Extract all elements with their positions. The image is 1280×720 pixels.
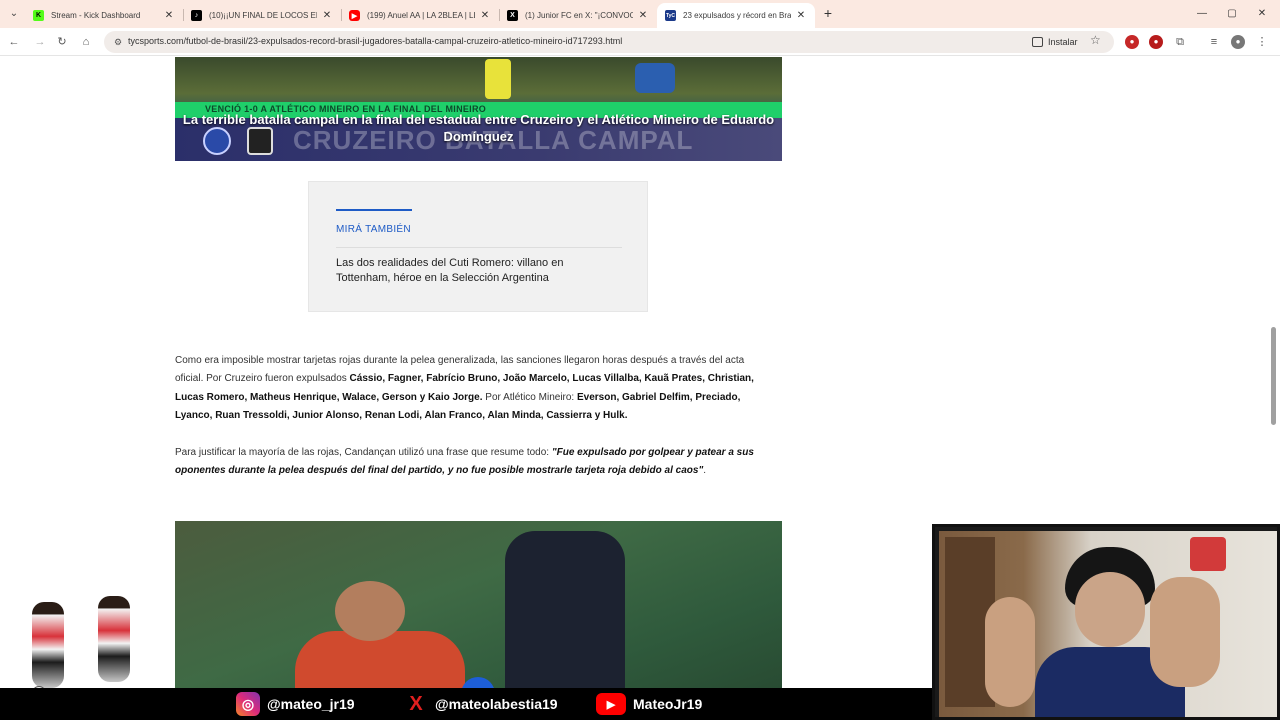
back-icon[interactable]: ← — [6, 34, 22, 50]
site-info-icon[interactable]: ⚙ — [112, 36, 124, 48]
profile-avatar[interactable]: ● — [1231, 35, 1245, 49]
close-tab-icon[interactable]: ✕ — [795, 10, 807, 21]
tab-title: (199) Anuel AA | LA 2BLEA | LLM — [367, 11, 475, 20]
x-icon: X — [507, 10, 518, 21]
home-icon[interactable]: ⌂ — [78, 34, 94, 50]
kick-icon: K — [33, 10, 44, 21]
tab-x[interactable]: X (1) Junior FC en X: "¡CONVOCA ✕ — [499, 3, 657, 28]
tab-tycsports[interactable]: TyC 23 expulsados y récord en Bras ✕ — [657, 3, 815, 28]
extension-icon[interactable]: ● — [1125, 35, 1139, 49]
paragraph-text: . — [703, 465, 706, 477]
related-article-card[interactable]: MIRÁ TAMBIÉN Las dos realidades del Cuti… — [308, 181, 648, 312]
paragraph-text: Para justificar la mayoría de las rojas,… — [175, 447, 552, 458]
youtube-handle: ▶ MateoJr19 — [596, 692, 702, 716]
paragraph-text: Por Atlético Mineiro: — [482, 391, 577, 403]
streamer-face — [1075, 572, 1145, 647]
handle-text: @mateo_jr19 — [267, 696, 355, 712]
players-graphic — [18, 590, 148, 704]
tab-title: (1) Junior FC en X: "¡CONVOCA — [525, 11, 633, 20]
divider — [336, 247, 622, 248]
tyc-icon: TyC — [665, 10, 676, 21]
extension-icon[interactable]: ● — [1149, 35, 1163, 49]
youtube-icon: ▶ — [349, 10, 360, 21]
handle-text: @mateolabestia19 — [435, 696, 558, 712]
player-figure — [635, 63, 675, 93]
reload-icon[interactable]: ↻ — [54, 34, 70, 50]
player-figure — [98, 596, 130, 682]
hero-caption: La terrible batalla campal en la final d… — [182, 112, 775, 144]
player-figure — [485, 59, 511, 99]
tab-kick[interactable]: K Stream - Kick Dashboard ✕ — [25, 3, 183, 28]
youtube-icon: ▶ — [596, 693, 626, 715]
bookmark-star-icon[interactable]: ☆ — [1090, 33, 1101, 47]
forward-icon[interactable]: → — [32, 34, 48, 50]
install-label: Instalar — [1048, 37, 1078, 47]
streamer-hand — [985, 597, 1035, 707]
close-tab-icon[interactable]: ✕ — [163, 10, 175, 21]
close-tab-icon[interactable]: ✕ — [637, 10, 649, 21]
browser-toolbar: ← → ↻ ⌂ ⚙ tycsports.com/futbol-de-brasil… — [0, 28, 1280, 56]
tab-title: 23 expulsados y récord en Bras — [683, 11, 791, 20]
maximize-icon[interactable]: ▢ — [1224, 6, 1240, 22]
install-app-icon — [1032, 37, 1043, 47]
player-figure — [335, 581, 405, 641]
close-window-icon[interactable]: ✕ — [1254, 6, 1270, 22]
handle-text: MateoJr19 — [633, 696, 703, 712]
minimize-icon[interactable]: — — [1194, 6, 1210, 22]
address-bar[interactable]: ⚙ tycsports.com/futbol-de-brasil/23-expu… — [104, 31, 1114, 53]
x-handle: X @mateolabestia19 — [404, 692, 558, 716]
instagram-icon: ◎ — [236, 692, 260, 716]
hero-image: VENCIÓ 1-0 A ATLÉTICO MINEIRO EN LA FINA… — [175, 57, 782, 161]
article-paragraph: Para justificar la mayoría de las rojas,… — [175, 444, 775, 481]
tab-title: (10)¡¡UN FINAL DE LOCOS EN B — [209, 11, 317, 20]
media-control-icon[interactable]: ≡ — [1207, 35, 1221, 49]
tab-youtube[interactable]: ▶ (199) Anuel AA | LA 2BLEA | LLM ✕ — [341, 3, 499, 28]
streamer-hand — [1150, 577, 1220, 687]
tab-tiktok[interactable]: ♪ (10)¡¡UN FINAL DE LOCOS EN B ✕ — [183, 3, 341, 28]
browser-tab-bar: ⌄ K Stream - Kick Dashboard ✕ ♪ (10)¡¡UN… — [0, 0, 1280, 28]
instagram-handle: ◎ @mateo_jr19 — [236, 692, 355, 716]
page-scrollbar[interactable] — [1271, 327, 1276, 425]
tiktok-icon: ♪ — [191, 10, 202, 21]
jersey-on-wall — [1190, 537, 1226, 571]
install-button[interactable]: Instalar — [1032, 34, 1078, 50]
tab-search-icon[interactable]: ⌄ — [6, 6, 22, 22]
menu-kebab-icon[interactable]: ⋮ — [1255, 35, 1269, 49]
extensions-puzzle-icon[interactable]: ⧉ — [1173, 35, 1187, 49]
tab-title: Stream - Kick Dashboard — [51, 11, 141, 20]
related-headline-link[interactable]: Las dos realidades del Cuti Romero: vill… — [336, 256, 616, 286]
accent-line — [336, 209, 412, 211]
close-tab-icon[interactable]: ✕ — [321, 10, 333, 21]
new-tab-button[interactable]: + — [820, 6, 836, 22]
close-tab-icon[interactable]: ✕ — [479, 10, 491, 21]
url-text[interactable]: tycsports.com/futbol-de-brasil/23-expuls… — [128, 36, 622, 46]
webcam-overlay — [932, 524, 1280, 720]
article-paragraph: Como era imposible mostrar tarjetas roja… — [175, 352, 775, 425]
x-icon: X — [409, 692, 423, 715]
player-figure — [32, 602, 64, 688]
related-kicker: MIRÁ TAMBIÉN — [336, 224, 411, 235]
